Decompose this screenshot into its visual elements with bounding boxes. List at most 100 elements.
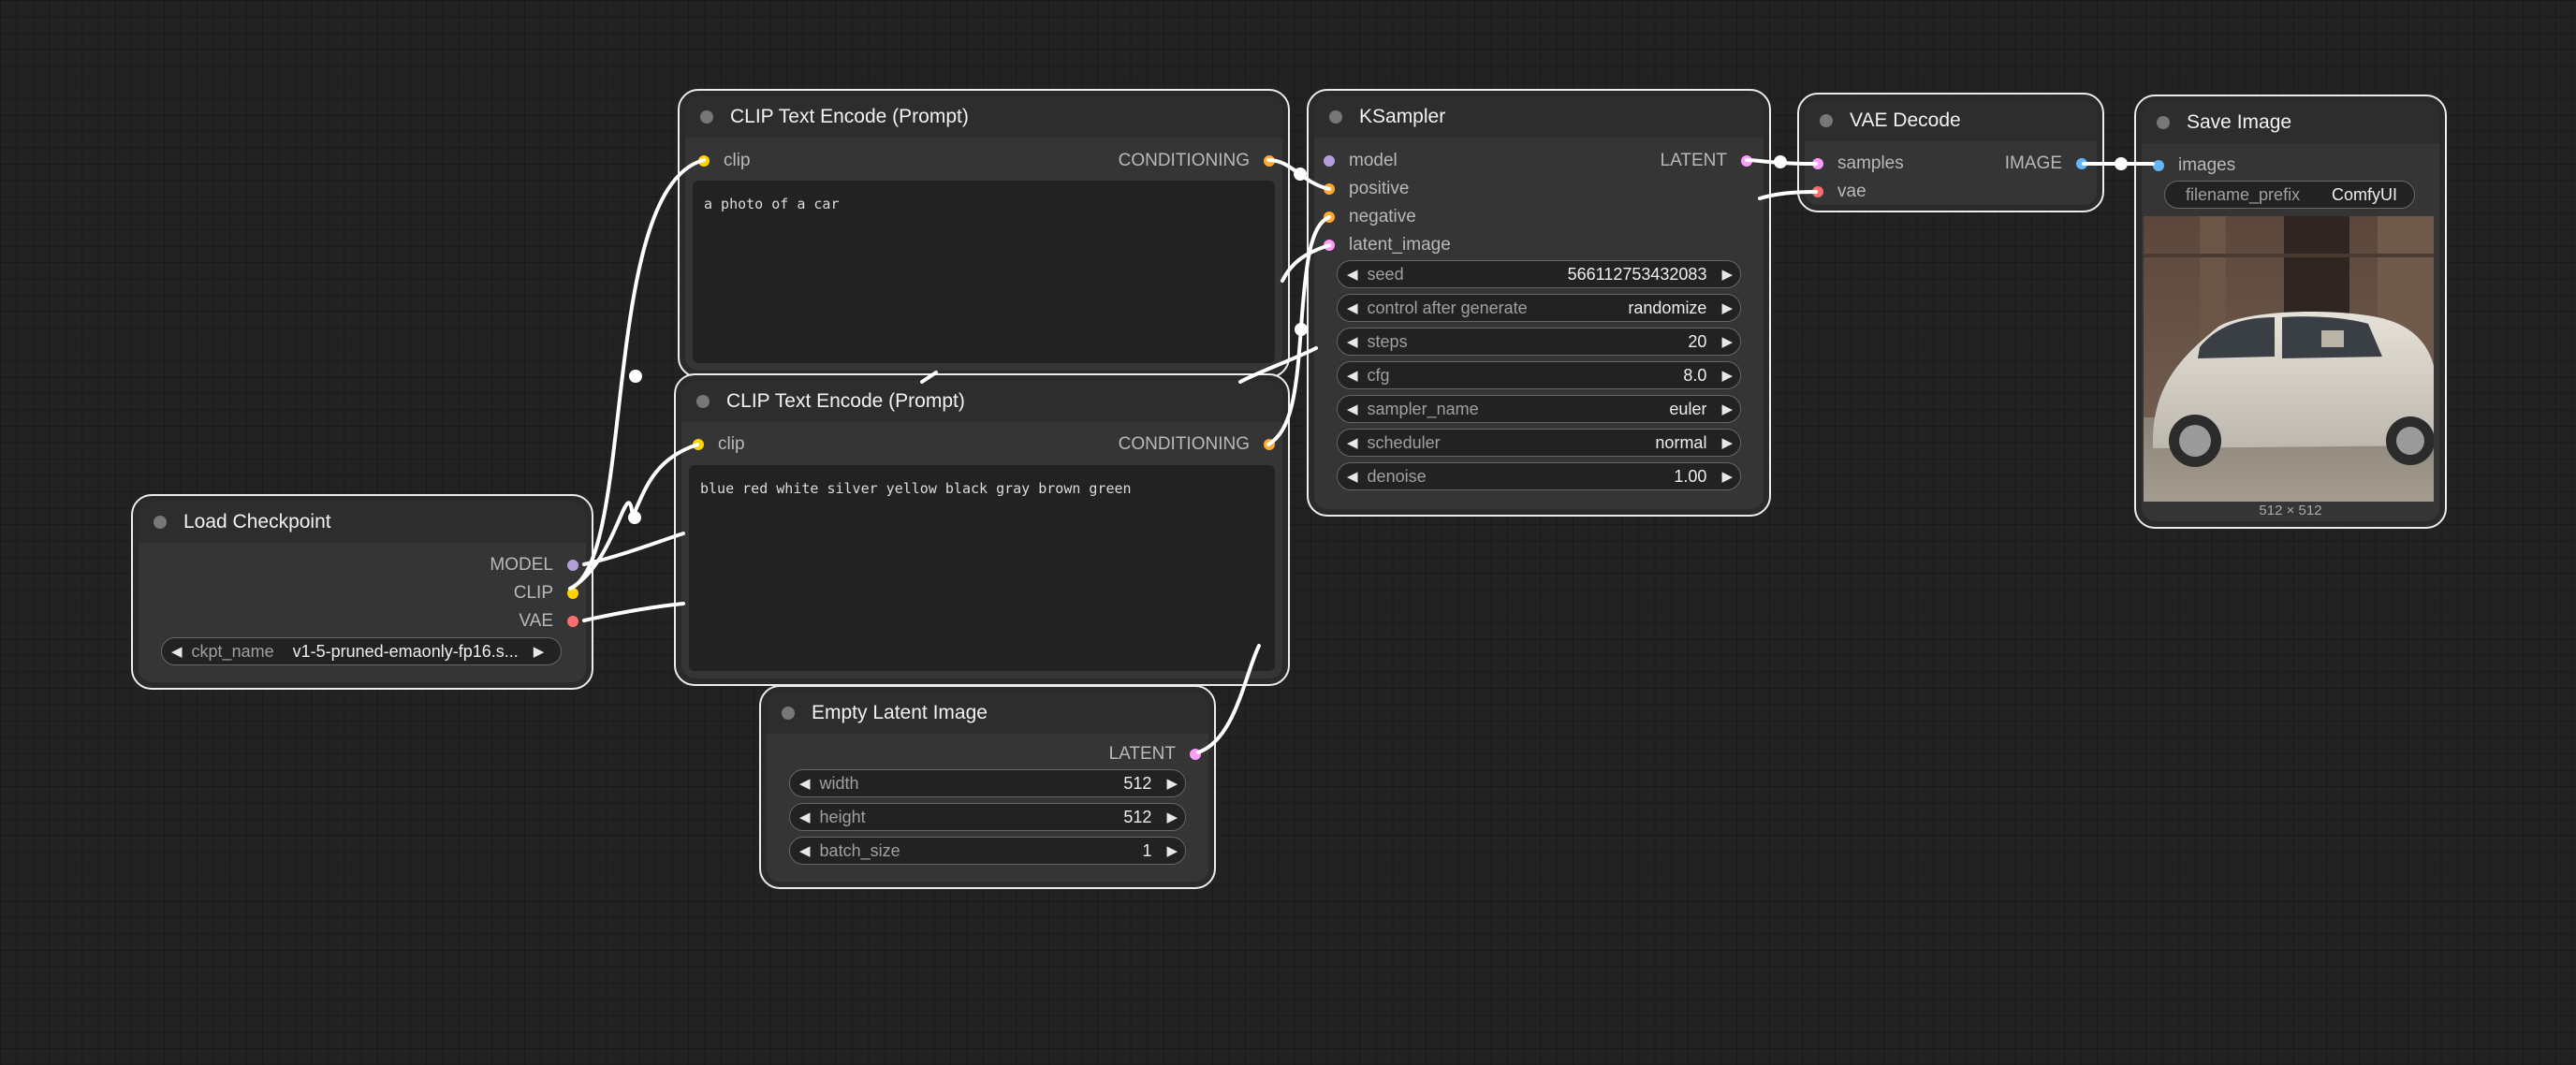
output-vae[interactable]: VAE xyxy=(519,611,578,632)
widget-label: ckpt_name xyxy=(191,641,274,661)
slot-label: latent_image xyxy=(1349,235,1451,255)
conditioning-slot-dot-icon[interactable] xyxy=(1324,212,1335,223)
right-triangle-icon[interactable]: ▶ xyxy=(1721,401,1733,417)
left-triangle-icon[interactable]: ◀ xyxy=(799,809,811,825)
widget-value: 8.0 xyxy=(1683,365,1707,385)
output-latent[interactable]: LATENT xyxy=(1109,744,1201,765)
latent-slot-dot-icon[interactable] xyxy=(1190,749,1201,760)
denoise-widget[interactable]: ◀ denoise 1.00 ▶ xyxy=(1337,462,1741,490)
input-images[interactable]: images xyxy=(2153,155,2235,176)
left-triangle-icon[interactable]: ◀ xyxy=(1347,367,1358,384)
collapse-dot-icon[interactable] xyxy=(1820,114,1833,127)
reroute-dot xyxy=(2115,157,2128,170)
image-slot-dot-icon[interactable] xyxy=(2153,160,2164,171)
output-image-preview[interactable] xyxy=(2144,216,2434,502)
height-widget[interactable]: ◀ height 512 ▶ xyxy=(789,803,1186,831)
node-load-checkpoint[interactable]: Load Checkpoint MODEL CLIP VAE ◀ ckpt_na… xyxy=(131,494,593,690)
image-slot-dot-icon[interactable] xyxy=(2076,158,2087,169)
right-triangle-icon[interactable]: ▶ xyxy=(1721,434,1733,451)
right-triangle-icon[interactable]: ▶ xyxy=(1166,775,1178,792)
input-positive[interactable]: positive xyxy=(1324,179,1409,199)
prompt-textarea[interactable]: blue red white silver yellow black gray … xyxy=(689,465,1275,671)
seed-widget[interactable]: ◀ seed 566112753432083 ▶ xyxy=(1337,260,1741,288)
conditioning-slot-dot-icon[interactable] xyxy=(1264,439,1275,450)
control-after-generate-widget[interactable]: ◀ control after generate randomize ▶ xyxy=(1337,294,1741,322)
sampler-name-widget[interactable]: ◀ sampler_name euler ▶ xyxy=(1337,395,1741,423)
left-triangle-icon[interactable]: ◀ xyxy=(171,643,183,660)
right-triangle-icon[interactable]: ▶ xyxy=(1166,809,1178,825)
batch-size-widget[interactable]: ◀ batch_size 1 ▶ xyxy=(789,837,1186,865)
clip-slot-dot-icon[interactable] xyxy=(567,588,578,599)
right-triangle-icon[interactable]: ▶ xyxy=(1166,842,1178,859)
left-triangle-icon[interactable]: ◀ xyxy=(1347,468,1358,485)
left-triangle-icon[interactable]: ◀ xyxy=(799,775,811,792)
node-header[interactable]: Empty Latent Image xyxy=(767,693,1208,734)
input-negative[interactable]: negative xyxy=(1324,207,1416,227)
output-clip[interactable]: CLIP xyxy=(514,583,578,604)
input-samples[interactable]: samples xyxy=(1812,153,1904,174)
node-header[interactable]: Load Checkpoint xyxy=(139,502,586,543)
width-widget[interactable]: ◀ width 512 ▶ xyxy=(789,769,1186,797)
collapse-dot-icon[interactable] xyxy=(782,707,795,720)
node-save-image[interactable]: Save Image images filename_prefix ComfyU… xyxy=(2134,95,2447,529)
left-triangle-icon[interactable]: ◀ xyxy=(1347,434,1358,451)
node-header[interactable]: KSampler xyxy=(1314,96,1764,138)
scheduler-widget[interactable]: ◀ scheduler normal ▶ xyxy=(1337,429,1741,457)
slot-label: IMAGE xyxy=(2004,153,2062,173)
slot-label: clip xyxy=(718,434,745,454)
left-triangle-icon[interactable]: ◀ xyxy=(799,842,811,859)
node-ksampler[interactable]: KSampler model positive negative latent_… xyxy=(1307,89,1771,517)
input-latent-image[interactable]: latent_image xyxy=(1324,235,1451,255)
right-triangle-icon[interactable]: ▶ xyxy=(1721,299,1733,316)
conditioning-slot-dot-icon[interactable] xyxy=(1264,155,1275,167)
conditioning-slot-dot-icon[interactable] xyxy=(1324,183,1335,195)
node-clip-text-encode-negative[interactable]: CLIP Text Encode (Prompt) clip CONDITION… xyxy=(674,373,1290,686)
cfg-widget[interactable]: ◀ cfg 8.0 ▶ xyxy=(1337,361,1741,389)
clip-slot-dot-icon[interactable] xyxy=(698,155,710,167)
model-slot-dot-icon[interactable] xyxy=(567,560,578,571)
right-triangle-icon[interactable]: ▶ xyxy=(1721,367,1733,384)
left-triangle-icon[interactable]: ◀ xyxy=(1347,299,1358,316)
latent-slot-dot-icon[interactable] xyxy=(1812,158,1823,169)
vae-slot-dot-icon[interactable] xyxy=(1812,186,1823,197)
left-triangle-icon[interactable]: ◀ xyxy=(1347,401,1358,417)
vae-slot-dot-icon[interactable] xyxy=(567,616,578,627)
latent-slot-dot-icon[interactable] xyxy=(1324,240,1335,251)
node-empty-latent-image[interactable]: Empty Latent Image LATENT ◀ width 512 ▶ … xyxy=(759,685,1216,889)
node-header[interactable]: Save Image xyxy=(2142,102,2439,143)
collapse-dot-icon[interactable] xyxy=(696,395,710,408)
output-latent[interactable]: LATENT xyxy=(1661,151,1752,171)
node-clip-text-encode-positive[interactable]: CLIP Text Encode (Prompt) clip CONDITION… xyxy=(678,89,1290,378)
clip-slot-dot-icon[interactable] xyxy=(693,439,704,450)
filename-prefix-field[interactable]: filename_prefix ComfyUI xyxy=(2164,181,2415,209)
prompt-textarea[interactable]: a photo of a car xyxy=(693,181,1275,363)
right-triangle-icon[interactable]: ▶ xyxy=(1721,468,1733,485)
right-triangle-icon[interactable]: ▶ xyxy=(534,643,545,660)
left-triangle-icon[interactable]: ◀ xyxy=(1347,333,1358,350)
right-triangle-icon[interactable]: ▶ xyxy=(1721,266,1733,283)
input-vae[interactable]: vae xyxy=(1812,182,1866,202)
latent-slot-dot-icon[interactable] xyxy=(1741,155,1752,167)
collapse-dot-icon[interactable] xyxy=(2157,116,2170,129)
collapse-dot-icon[interactable] xyxy=(154,516,167,529)
node-title: Empty Latent Image xyxy=(812,702,988,723)
node-header[interactable]: CLIP Text Encode (Prompt) xyxy=(681,381,1282,422)
output-conditioning[interactable]: CONDITIONING xyxy=(1119,151,1275,171)
output-conditioning[interactable]: CONDITIONING xyxy=(1119,434,1275,455)
ckpt-name-combo[interactable]: ◀ ckpt_name v1-5-pruned-emaonly-fp16.s..… xyxy=(161,637,562,665)
node-header[interactable]: VAE Decode xyxy=(1805,100,2097,141)
widget-label: sampler_name xyxy=(1367,399,1479,418)
input-clip[interactable]: clip xyxy=(698,151,751,171)
output-image[interactable]: IMAGE xyxy=(2005,153,2087,174)
node-vae-decode[interactable]: VAE Decode samples vae IMAGE xyxy=(1797,93,2104,212)
collapse-dot-icon[interactable] xyxy=(700,110,713,124)
model-slot-dot-icon[interactable] xyxy=(1324,155,1335,167)
right-triangle-icon[interactable]: ▶ xyxy=(1721,333,1733,350)
steps-widget[interactable]: ◀ steps 20 ▶ xyxy=(1337,328,1741,356)
left-triangle-icon[interactable]: ◀ xyxy=(1347,266,1358,283)
input-clip[interactable]: clip xyxy=(693,434,745,455)
output-model[interactable]: MODEL xyxy=(490,555,578,576)
node-header[interactable]: CLIP Text Encode (Prompt) xyxy=(685,96,1282,138)
input-model[interactable]: model xyxy=(1324,151,1398,171)
collapse-dot-icon[interactable] xyxy=(1329,110,1342,124)
